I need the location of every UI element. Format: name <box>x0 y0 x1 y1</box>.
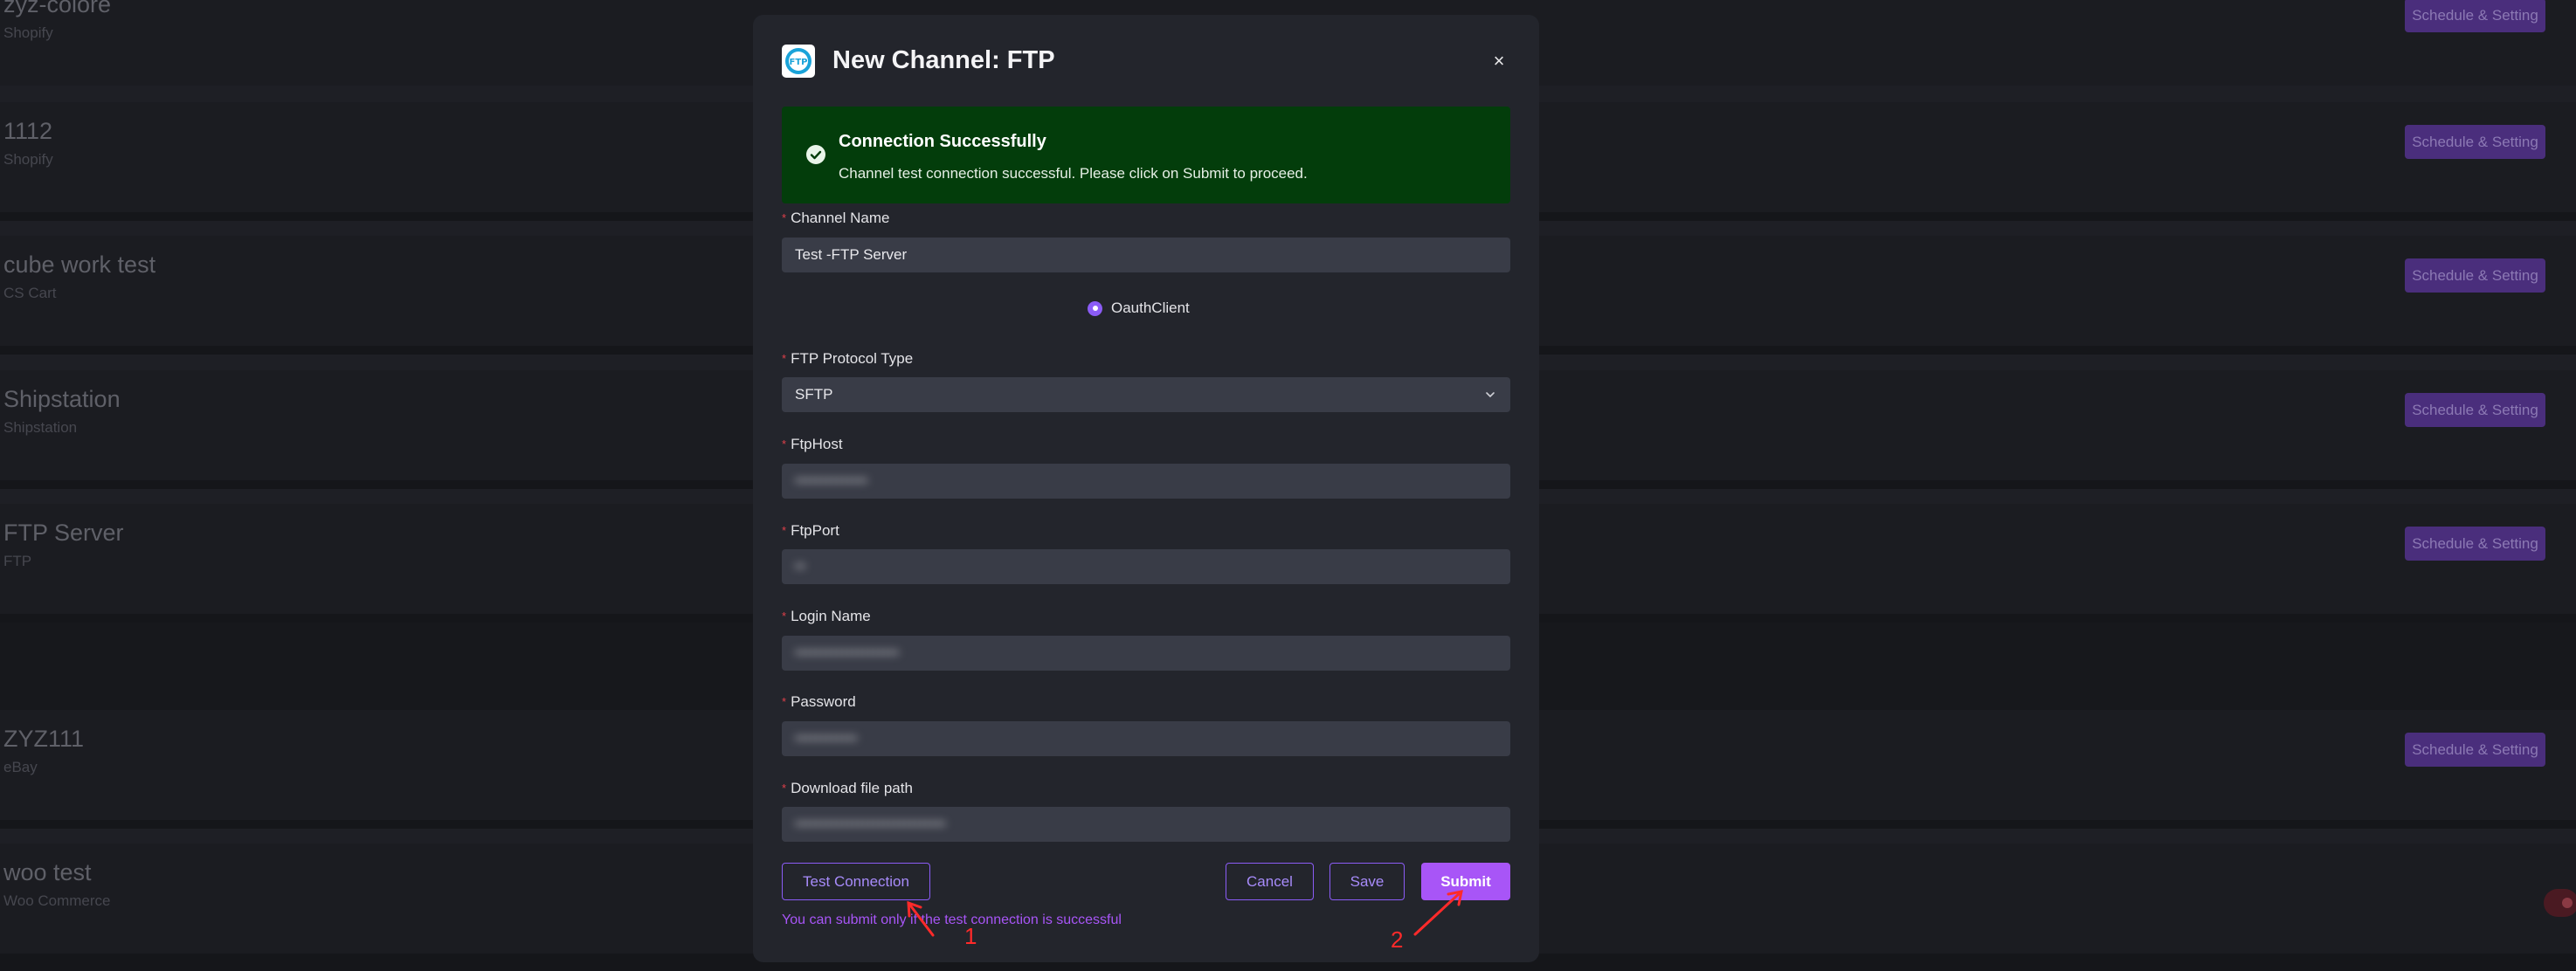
channel-platform: eBay <box>3 759 38 775</box>
save-button[interactable]: Save <box>1329 863 1405 900</box>
channel-platform: Shipstation <box>3 419 78 436</box>
alert-title: Connection Successfully <box>839 132 1046 151</box>
test-connection-button[interactable]: Test Connection <box>782 863 930 900</box>
ftp-port-input[interactable]: •• <box>782 549 1510 584</box>
cancel-button[interactable]: Cancel <box>1226 863 1314 900</box>
channel-platform: Woo Commerce <box>3 892 111 909</box>
schedule-setting-button[interactable]: Schedule & Setting <box>2405 125 2545 159</box>
ftp-host-label: * FtpHost <box>782 436 843 453</box>
ftp-logo-text: FTP <box>790 58 808 67</box>
protocol-label: * FTP Protocol Type <box>782 350 913 368</box>
channel-platform: FTP <box>3 553 32 569</box>
modal-header: FTP New Channel: FTP × <box>782 45 1510 78</box>
label-text: FTP Protocol Type <box>791 350 914 367</box>
password-input[interactable]: •••••••••••• <box>782 721 1510 756</box>
channel-platform: Shopify <box>3 151 53 168</box>
required-mark: * <box>782 211 787 224</box>
channel-name: 1112 <box>3 118 53 144</box>
required-mark: * <box>782 437 787 451</box>
schedule-setting-button[interactable]: Schedule & Setting <box>2405 527 2545 561</box>
oauth-client-radio[interactable] <box>1088 300 1102 316</box>
check-circle-icon <box>806 145 825 164</box>
ftp-host-input[interactable]: •••••••••••••• <box>782 464 1510 499</box>
annotation-label-1: 1 <box>964 923 977 949</box>
required-mark: * <box>782 524 787 537</box>
required-mark: * <box>782 782 787 795</box>
protocol-select[interactable]: SFTP <box>782 377 1510 412</box>
schedule-setting-button[interactable]: Schedule & Setting <box>2405 258 2545 293</box>
channel-toggle[interactable] <box>2544 889 2576 917</box>
channel-name: cube work test <box>3 251 156 278</box>
channel-name: zyz-colore <box>3 0 112 17</box>
oauth-client-radio-group[interactable]: OauthClient <box>1088 298 1190 319</box>
label-text: FtpPort <box>791 522 839 539</box>
submit-hint: You can submit only if the test connecti… <box>782 912 1122 927</box>
alert-message: Channel test connection successful. Plea… <box>839 165 1308 182</box>
channel-platform: Shopify <box>3 24 53 41</box>
schedule-setting-button[interactable]: Schedule & Setting <box>2405 393 2545 427</box>
download-path-input[interactable]: ••••••••••••••••••••••••••••• <box>782 807 1510 842</box>
input-value: •• <box>795 558 805 575</box>
password-label: * Password <box>782 693 856 711</box>
ftp-port-label: * FtpPort <box>782 522 839 540</box>
chevron-down-icon <box>1486 392 1495 398</box>
label-text: Download file path <box>791 780 913 796</box>
input-value: ••••••••••••••••••••••••••••• <box>795 816 946 832</box>
new-channel-modal: FTP New Channel: FTP × Connection Succes… <box>753 15 1539 962</box>
channel-name-label: * Channel Name <box>782 210 889 227</box>
input-value: •••••••••••••••••••• <box>795 644 900 661</box>
schedule-setting-button[interactable]: Schedule & Setting <box>2405 0 2545 32</box>
input-value: •••••••••••• <box>795 730 858 747</box>
schedule-setting-button[interactable]: Schedule & Setting <box>2405 733 2545 767</box>
close-icon[interactable]: × <box>1488 50 1510 72</box>
input-value: •••••••••••••• <box>795 472 868 489</box>
channel-name-input[interactable]: Test -FTP Server <box>782 238 1510 272</box>
label-text: Channel Name <box>791 210 890 226</box>
ftp-logo-icon: FTP <box>782 45 815 78</box>
download-path-label: * Download file path <box>782 780 913 797</box>
label-text: Login Name <box>791 608 871 624</box>
channel-name: FTP Server <box>3 520 124 546</box>
success-alert: Connection Successfully Channel test con… <box>782 107 1510 203</box>
login-name-label: * Login Name <box>782 608 871 625</box>
annotation-label-2: 2 <box>1391 926 1404 953</box>
modal-title: New Channel: FTP <box>832 46 1055 74</box>
required-mark: * <box>782 352 787 365</box>
select-value: SFTP <box>795 386 833 403</box>
input-value: Test -FTP Server <box>795 246 908 263</box>
required-mark: * <box>782 609 787 623</box>
label-text: Password <box>791 693 856 710</box>
label-text: FtpHost <box>791 436 843 452</box>
channel-platform: CS Cart <box>3 285 57 301</box>
submit-button[interactable]: Submit <box>1421 863 1510 900</box>
oauth-client-label: OauthClient <box>1111 300 1190 316</box>
channel-name: ZYZ111 <box>3 726 85 752</box>
required-mark: * <box>782 695 787 708</box>
channel-name: woo test <box>3 859 92 885</box>
login-name-input[interactable]: •••••••••••••••••••• <box>782 636 1510 671</box>
channel-name: Shipstation <box>3 386 121 412</box>
